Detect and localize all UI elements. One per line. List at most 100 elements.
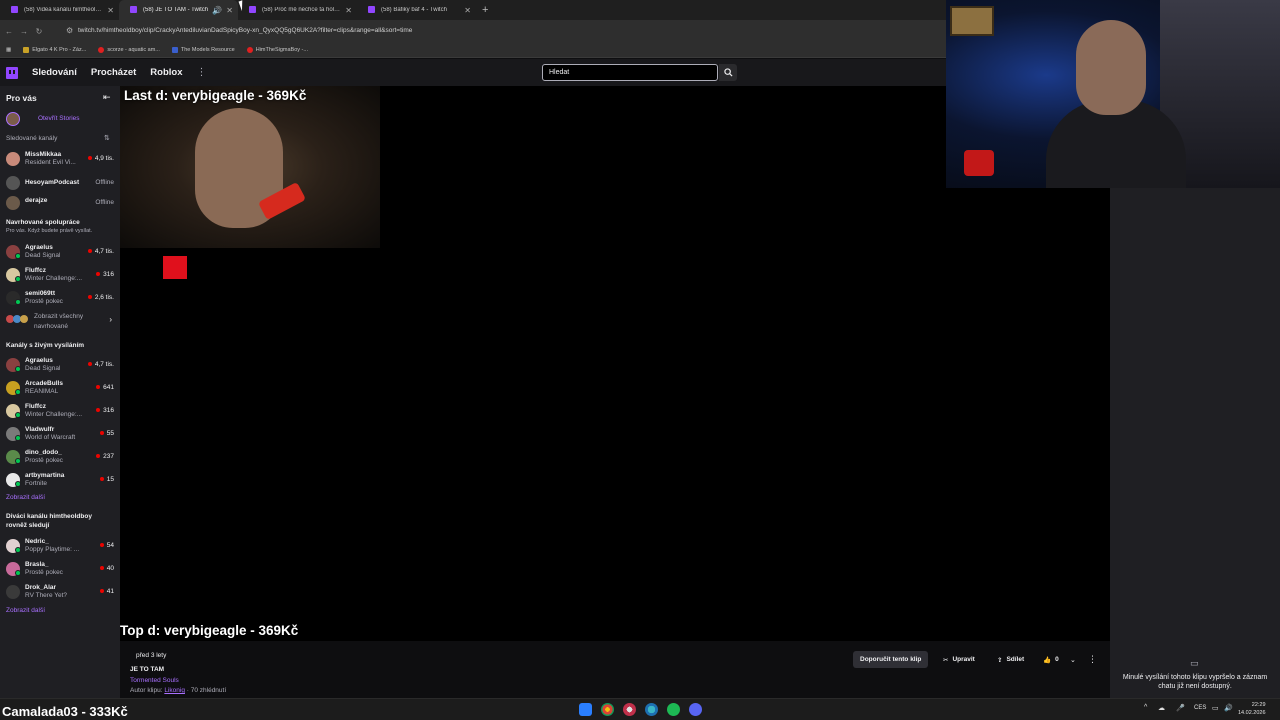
viewers-also-channel[interactable]: Brasla_ Prostě pokec 40 (6, 560, 118, 580)
bookmark[interactable]: scorze - aquatic am... (98, 46, 160, 53)
new-tab-icon[interactable]: + (482, 4, 488, 16)
facecam-overlay-image (946, 0, 1280, 188)
site-icon (171, 46, 178, 53)
edit-button[interactable]: ✂ Upravit (936, 651, 982, 668)
language-indicator[interactable]: CES (1194, 705, 1206, 711)
followed-channel[interactable]: HesoyamPodcast Offline (6, 174, 118, 194)
reload-icon[interactable]: ↻ (33, 27, 45, 36)
red-lamp (964, 150, 994, 176)
twitch-logo-icon[interactable] (6, 66, 18, 79)
collapse-sidebar-icon[interactable]: ⇤ (103, 92, 111, 103)
volume-icon[interactable]: 🔊 (1224, 704, 1233, 712)
chat-unavailable-message: Minulé vysílání tohoto klipu vypršelo a … (1122, 674, 1268, 690)
tray-app-icon[interactable]: ☁ (1158, 704, 1165, 712)
mic-icon[interactable]: 🎤 (1176, 704, 1185, 712)
address-bar: ← → ↻ ⚙ twitch.tv/himtheoldboy/clip/Crack… (0, 20, 946, 42)
streamer-webcam-image (120, 86, 380, 248)
chevron-down-icon[interactable]: ⌄ (1070, 651, 1076, 668)
browser-tab-active[interactable]: (58) JE TO TAM - Twitch 🔊 ✕ (119, 0, 238, 20)
clip-author-line: Autor klipu: Likonig · 70 zhlédnutí (130, 687, 227, 694)
close-tab-icon[interactable]: ✕ (464, 6, 471, 15)
live-channel[interactable]: Fluffcz Winter Challenge:... 316 (6, 402, 118, 422)
discord-icon[interactable] (689, 703, 702, 716)
open-stories[interactable]: Otevřít Stories (6, 110, 118, 130)
show-all-recommended[interactable]: Zobrazit všechny navrhované › (6, 312, 118, 334)
recommended-channel[interactable]: Agraelus Dead Signal 4,7 tis. (6, 243, 118, 263)
browser-tab[interactable]: (58) Proč mě nechce ta holka p...✕ (238, 0, 357, 20)
live-channel[interactable]: Vladwulfr World of Warcraft 55 (6, 425, 118, 445)
forward-icon[interactable]: → (18, 27, 30, 36)
nav-roblox[interactable]: Roblox (150, 67, 182, 78)
followed-channel[interactable]: MissMikkaa Resident Evil Vi... 4,9 tis. (6, 150, 118, 170)
nav-browse[interactable]: Procházet (91, 67, 136, 78)
chat-replay-panel: ▭ Minulé vysílání tohoto klipu vypršelo … (1110, 186, 1280, 698)
chrome-icon[interactable] (601, 703, 614, 716)
scissors-icon: ✂ (943, 656, 949, 664)
followed-header: Sledované kanály (6, 135, 58, 142)
more-menu-icon[interactable]: ⋮ (196, 67, 206, 78)
windows-start-icon[interactable] (579, 703, 592, 716)
back-icon[interactable]: ← (3, 27, 15, 36)
viewers-also-header: Diváci kanálu himtheoldboy (6, 513, 92, 520)
show-more-viewers-also-link[interactable]: Zobrazit další (6, 607, 45, 614)
last-donation-overlay: Last d: verybigeagle - 369Kč (124, 88, 307, 103)
recommended-subheader: Pro vás. Když budete právě vysílat. (6, 228, 93, 234)
twitch-favicon-icon (249, 6, 256, 13)
browser-tab[interactable]: (58) Videa kanálu himtheoldboy - Twitch✕ (0, 0, 119, 20)
avatar (6, 196, 20, 210)
share-button[interactable]: ⇪ Sdílet (990, 651, 1031, 668)
recommended-channel[interactable]: semi069tt Prostě pokec 2,6 tis. (6, 289, 118, 309)
recommend-clip-button[interactable]: Doporučit tento klip (853, 651, 929, 668)
clip-info-bar: před 3 lety JE TO TAM Tormented Souls Au… (120, 641, 1110, 698)
live-channel[interactable]: dino_dodo_ Prostě pokec 237 (6, 448, 118, 468)
search-input[interactable]: Hledat (542, 64, 718, 81)
donation-overlay-bottom: Camalada03 - 333Kč (2, 704, 128, 719)
spotify-icon[interactable] (667, 703, 680, 716)
live-channel[interactable]: ArcadeBulls REANIMAL 641 (6, 379, 118, 399)
tray-expand-icon[interactable]: ^ (1144, 704, 1147, 711)
live-channel[interactable]: Agraelus Dead Signal 4,7 tis. (6, 356, 118, 376)
app-icon[interactable] (623, 703, 636, 716)
site-info-icon[interactable]: ⚙ (66, 24, 73, 38)
search-icon (723, 68, 733, 77)
search-button[interactable] (719, 64, 737, 81)
more-options-icon[interactable]: ⋮ (1088, 651, 1097, 668)
collab-badge-icon (15, 253, 21, 259)
clip-game-link[interactable]: Tormented Souls (130, 677, 179, 684)
url-field[interactable]: ⚙ twitch.tv/himtheoldboy/clip/CrackyAnted… (64, 24, 944, 38)
clip-age: před 3 lety (136, 652, 167, 659)
close-tab-icon[interactable]: ✕ (345, 6, 352, 15)
clip-author-link[interactable]: Likonig (164, 687, 185, 694)
display-icon[interactable]: ▭ (1212, 704, 1219, 712)
recommended-channel[interactable]: Fluffcz Winter Challenge:... 316 (6, 266, 118, 286)
chevron-right-icon: › (109, 315, 112, 324)
followed-channel[interactable]: derajze Offline (6, 194, 118, 214)
bookmark[interactable]: HimTheSigmaBoy -... (246, 46, 308, 53)
close-tab-icon[interactable]: ✕ (107, 6, 114, 15)
picture-frame (950, 6, 994, 36)
red-square-overlay (163, 256, 187, 279)
bookmark[interactable]: The Models Resource (171, 46, 235, 53)
share-icon: ⇪ (997, 656, 1003, 664)
avatar (6, 585, 20, 599)
collab-badge-icon (15, 435, 21, 441)
viewers-also-channel[interactable]: Nedric_ Poppy Playtime: ... 54 (6, 537, 118, 557)
viewers-also-channel[interactable]: Drok_Alar RV There Yet? 41 (6, 583, 118, 603)
system-clock[interactable]: 22:29 14.02.2026 (1238, 701, 1266, 717)
edge-icon[interactable] (645, 703, 658, 716)
apps-icon[interactable]: ▦ (6, 47, 11, 53)
audio-icon[interactable]: 🔊 (212, 6, 222, 15)
sort-icon[interactable]: ⇅ (104, 134, 110, 142)
bookmark[interactable]: Elgato 4 K Pro - Záz... (23, 46, 86, 53)
windows-taskbar: ^ ☁ 🎤 CES ▭ 🔊 22:29 14.02.2026 (0, 698, 1280, 720)
thumbs-up-icon: 👍 (1043, 656, 1052, 664)
live-channel[interactable]: artbymartina Fortnite 15 (6, 471, 118, 491)
browser-tab[interactable]: (58) Bafiky baf 4 - Twitch ✕ (357, 0, 476, 20)
like-button[interactable]: 👍 0 (1036, 651, 1066, 668)
clip-title: JE TO TAM (130, 666, 165, 673)
collab-badge-icon (15, 276, 21, 282)
close-tab-icon[interactable]: ✕ (226, 6, 233, 15)
show-more-live-link[interactable]: Zobrazit další (6, 494, 45, 501)
collab-badge-icon (15, 458, 21, 464)
nav-following[interactable]: Sledování (32, 67, 77, 78)
